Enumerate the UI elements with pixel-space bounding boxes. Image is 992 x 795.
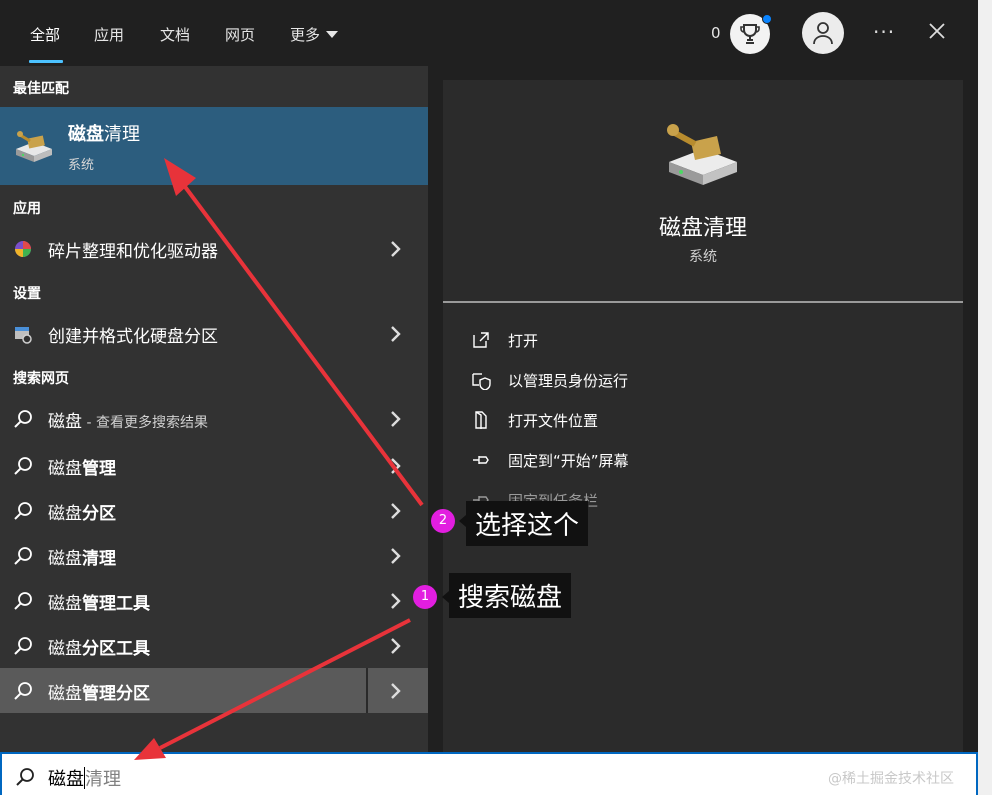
annotation-callout: 选择这个 xyxy=(466,501,589,546)
callout-pointer xyxy=(442,591,449,603)
callout-pointer xyxy=(459,515,466,527)
step-badge: 1 xyxy=(413,585,437,609)
annotation-arrow-line xyxy=(178,178,424,507)
annotation-arrow-line xyxy=(159,618,411,750)
annotation-arrows xyxy=(134,158,424,760)
step-badge: 2 xyxy=(431,509,455,533)
annotation-arrowhead xyxy=(164,158,196,196)
annotation-callout: 搜索磁盘 xyxy=(449,573,572,618)
